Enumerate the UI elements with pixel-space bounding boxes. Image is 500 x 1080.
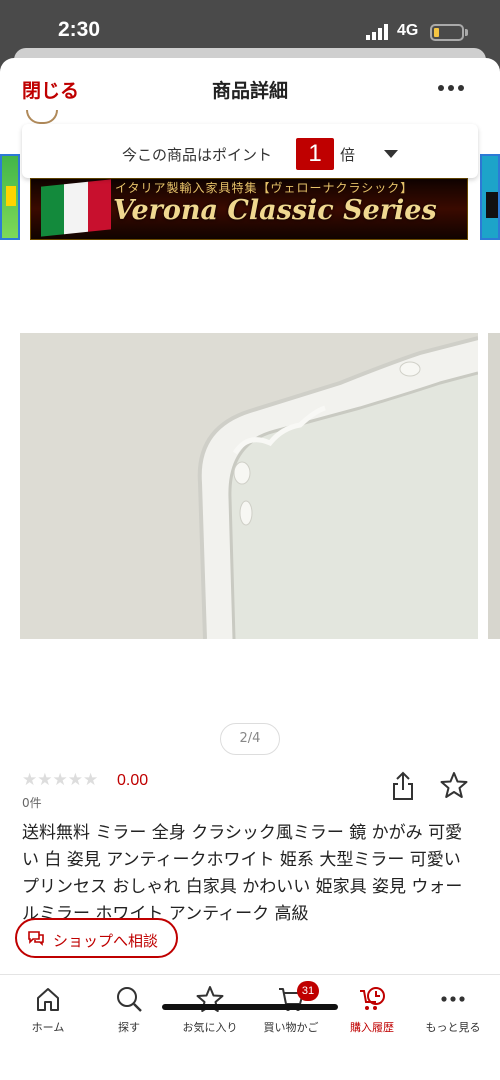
nav-home[interactable]: ホーム [7,985,89,1045]
network-type: 4G [397,22,419,39]
share-icon[interactable] [390,771,416,801]
rating-stars: ★★★★★ [22,770,99,790]
points-banner[interactable]: 今この商品はポイント 1 倍 [22,124,478,178]
product-detail-sheet: 閉じる 商品詳細 イタリア製輸入家具特集【ヴェローナクラシック】 Verona … [0,58,500,1080]
mirror-photo [20,333,478,639]
favorite-star-icon[interactable] [440,771,468,799]
points-suffix: 倍 [340,146,356,164]
promo-banner[interactable]: イタリア製輸入家具特集【ヴェローナクラシック】 Verona Classic S… [30,178,468,240]
shop-consult-button[interactable]: ショップへ相談 [15,918,178,958]
points-text: 今この商品はポイント [122,146,273,164]
nav-favorites-label: お気に入り [182,1021,238,1034]
consult-label: ショップへ相談 [53,932,159,950]
next-product-image[interactable] [488,333,500,639]
gallery-pager: 2/4 [220,723,280,755]
promo-title: Verona Classic Series [113,195,437,226]
nav-home-label: ホーム [31,1021,65,1034]
cart-count-badge: 31 [297,981,319,1001]
nav-cart[interactable]: 31 買い物かご [250,981,332,1045]
side-banner-right[interactable] [480,154,500,240]
nav-purchase-history[interactable]: 購入履歴 [331,985,413,1045]
chat-icon [28,931,44,946]
nav-more[interactable]: もっと見る [412,985,494,1045]
search-icon [117,987,142,1012]
review-count[interactable]: 0件 [22,794,42,811]
bottom-nav: ホーム 探す お気に入り 31 買い物かご 購入履歴 もっと見る [0,974,500,1080]
nav-cart-label: 買い物かご [263,1021,319,1034]
more-options-icon[interactable] [436,76,466,100]
side-banner-left[interactable] [0,154,20,240]
points-multiplier: 1 [296,138,334,170]
shop-logo [26,110,58,124]
purchase-history-icon [360,987,385,1010]
nav-favorites[interactable]: お気に入り [169,985,251,1045]
home-indicator[interactable] [162,1004,338,1010]
status-time: 2:30 [58,18,101,41]
home-icon [37,988,59,1011]
nav-search-label: 探す [118,1021,140,1034]
battery-tip [465,29,468,36]
product-title: 送料無料 ミラー 全身 クラシック風ミラー 鏡 かがみ 可愛い 白 姿見 アンテ… [22,823,463,924]
rating-value: 0.00 [117,772,149,789]
nav-search[interactable]: 探す [88,985,170,1045]
promo-subtitle: イタリア製輸入家具特集【ヴェローナクラシック】 [115,181,414,195]
nav-more-label: もっと見る [425,1021,481,1034]
page-title: 商品詳細 [211,80,288,102]
caret-down-icon[interactable] [384,150,398,158]
nav-purchase-history-label: 購入履歴 [350,1021,394,1034]
italy-flag-icon [41,179,111,237]
product-image[interactable] [20,333,478,639]
top-bar: 閉じる 商品詳細 [0,58,500,120]
signal-icon [366,24,388,40]
more-icon [441,996,465,1002]
battery-icon [430,24,464,41]
